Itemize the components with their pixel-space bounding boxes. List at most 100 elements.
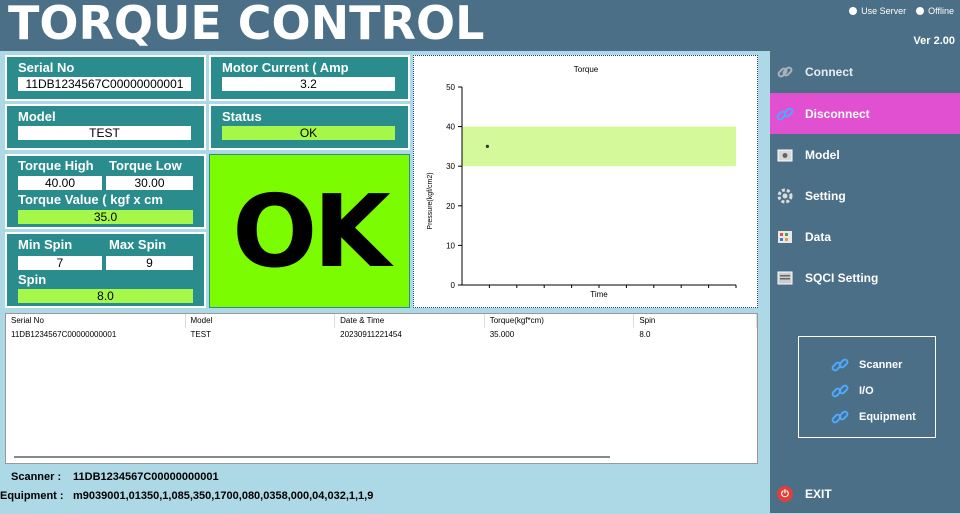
sidebar-item-disconnect[interactable]: Disconnect (770, 93, 960, 134)
device-item-io[interactable]: I/O (831, 382, 874, 400)
y-tick-label: 50 (446, 83, 455, 92)
sidebar-item-connect[interactable]: Connect (770, 52, 960, 92)
table-cell: 8.0 (639, 330, 651, 339)
y-tick-label: 20 (446, 202, 455, 211)
y-tick-label: 30 (446, 162, 455, 171)
chart-y-axis-label: Pressure(kgf/cm2) (427, 172, 434, 229)
sidebar-item-label: Connect (805, 65, 853, 79)
gear-icon (776, 187, 794, 205)
exit-label: EXIT (805, 487, 832, 501)
model-icon (776, 146, 794, 164)
radio-dot-icon (916, 7, 925, 15)
serial-card: Serial No 11DB1234567C00000000001 (5, 55, 206, 101)
horizontal-scrollbar[interactable] (14, 456, 610, 458)
torque-chart: Torque Pressure(kgf/cm2) Time 0 10 20 30 40 5… (427, 65, 737, 299)
torque-value: 35.0 (18, 210, 193, 224)
offline-label: Offline (928, 6, 954, 16)
app-title: TORQUE CONTROL (8, 0, 485, 50)
use-server-radio[interactable]: Use Server (849, 6, 906, 16)
table-body: 11DB1234567C00000000001 TEST 2023091122145… (6, 328, 757, 342)
unlink-icon (776, 105, 794, 123)
max-spin-label: Max Spin (109, 237, 167, 252)
min-spin-label: Min Spin (18, 237, 73, 252)
device-item-scanner[interactable]: Scanner (831, 356, 902, 374)
max-spin-value: 9 (106, 256, 193, 270)
device-label: Scanner (859, 359, 903, 371)
torque-card: Torque High Torque Low 40.00 30.00 Torqu… (5, 154, 206, 229)
device-item-equipment[interactable]: Equipment (831, 408, 916, 426)
column-header[interactable]: Spin (634, 314, 758, 328)
results-table: Serial No Model Date & Time Torque(kgf*cm) S… (5, 313, 758, 464)
status-card: Status OK (209, 104, 410, 150)
tolerance-band (462, 126, 736, 167)
sidebar-item-label: Model (805, 148, 840, 162)
model-label: Model (18, 109, 56, 124)
data-icon (776, 228, 794, 246)
scanner-status-label: Scanner : (11, 471, 62, 483)
column-header[interactable]: Torque(kgf*cm) (485, 314, 635, 328)
spin-label: Spin (18, 272, 47, 287)
table-header: Serial No Model Date & Time Torque(kgf*cm) S… (6, 314, 758, 328)
column-header[interactable]: Date & Time (335, 314, 485, 328)
sidebar-item-label: Setting (805, 189, 846, 203)
radio-dot-icon (849, 7, 858, 15)
exit-button[interactable]: ⏻ EXIT (770, 474, 960, 514)
device-status-box: Scanner I/O Equipment (798, 336, 936, 438)
table-row[interactable]: 11DB1234567C00000000001 TEST 2023091122145… (6, 328, 757, 342)
serial-label: Serial No (18, 60, 75, 75)
exit-icon: ⏻ (777, 486, 793, 502)
table-cell: 35.000 (489, 330, 515, 339)
y-tick-label: 40 (446, 123, 455, 132)
y-tick-label: 0 (451, 281, 456, 290)
sidebar-item-model[interactable]: Model (770, 135, 960, 175)
sidebar-item-sqci-setting[interactable]: SQCI Setting (770, 258, 960, 298)
sidebar-item-data[interactable]: Data (770, 217, 960, 257)
model-card: Model TEST (5, 104, 206, 150)
motor-value: 3.2 (222, 77, 395, 91)
column-header[interactable]: Model (186, 314, 336, 328)
model-value: TEST (18, 126, 191, 140)
device-label: I/O (859, 385, 874, 397)
y-tick-label: 10 (446, 241, 455, 250)
sidebar-item-label: Data (805, 230, 832, 244)
torque-value-label: Torque Value ( kgf x cm (18, 192, 163, 207)
sidebar-item-label: SQCI Setting (805, 271, 879, 285)
torque-chart-panel: Torque Pressure(kgf/cm2) Time 0 10 20 30 40 5… (413, 55, 758, 308)
torque-low-value: 30.00 (106, 176, 193, 190)
table-cell: 20230911221454 (340, 330, 402, 339)
torque-high-label: Torque High (18, 158, 94, 173)
status-value: OK (222, 126, 395, 140)
min-spin-value: 7 (18, 256, 102, 270)
torque-low-label: Torque Low (109, 158, 182, 173)
motor-label: Motor Current ( Amp (222, 60, 349, 75)
sidebar-item-setting[interactable]: Setting (770, 176, 960, 216)
motor-card: Motor Current ( Amp 3.2 (209, 55, 410, 101)
header-bar: TORQUE CONTROL Use Server Offline Ver 2.… (0, 0, 960, 51)
chart-title: Torque (574, 65, 599, 74)
result-panel: OK (209, 154, 410, 308)
result-text: OK (232, 172, 390, 290)
scanner-status-value: 11DB1234567C00000000001 (73, 471, 219, 483)
column-header[interactable]: Serial No (6, 314, 186, 328)
link-icon (831, 382, 849, 400)
torque-high-value: 40.00 (18, 176, 102, 190)
link-icon (831, 356, 849, 374)
serial-value: 11DB1234567C00000000001 (18, 77, 191, 91)
equipment-status-value: m9039001,01350,1,085,350,1700,080,0358,0… (73, 490, 374, 502)
chart-x-axis-label: Time (590, 290, 608, 299)
use-server-label: Use Server (861, 6, 907, 16)
table-cell: 11DB1234567C00000000001 (11, 330, 117, 339)
data-point (485, 144, 489, 148)
sidebar-item-label: Disconnect (805, 106, 870, 121)
spin-value: 8.0 (18, 289, 193, 303)
link-icon (776, 63, 794, 81)
status-label: Status (222, 109, 262, 124)
version-label: Ver 2.00 (913, 35, 955, 47)
offline-radio[interactable]: Offline (916, 6, 954, 16)
link-icon (831, 408, 849, 426)
table-cell: TEST (190, 330, 211, 339)
spin-card: Min Spin Max Spin 7 9 Spin 8.0 (5, 232, 206, 308)
equipment-status-label: Equipment : (0, 490, 64, 502)
sidebar: Connect Disconnect Model Setting Data SQ… (770, 51, 960, 513)
server-mode-group: Use Server Offline (849, 6, 954, 16)
